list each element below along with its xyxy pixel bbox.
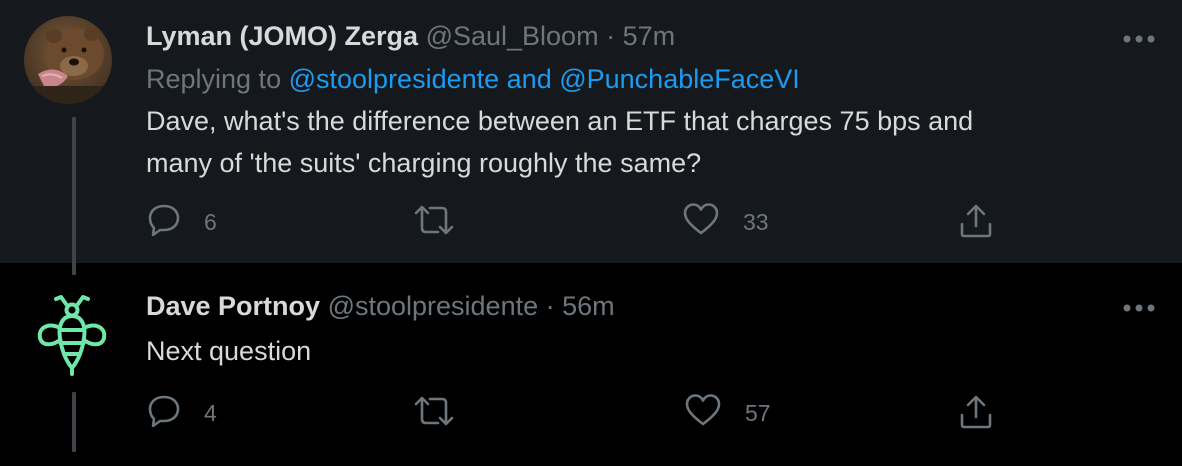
avatar[interactable] [24, 16, 112, 104]
retweet-icon [414, 396, 454, 426]
reply-icon [148, 395, 180, 427]
like-button[interactable]: 57 [685, 393, 785, 433]
reply-count: 4 [204, 400, 217, 426]
replying-prefix: Replying to [146, 64, 282, 94]
bear-with-salmon-photo-icon [24, 16, 112, 104]
more-icon[interactable] [1122, 300, 1156, 312]
retweet-button[interactable] [414, 204, 454, 244]
like-count: 33 [743, 209, 769, 235]
share-button[interactable] [959, 203, 993, 243]
user-handle[interactable]: @Saul_Bloom [426, 21, 599, 51]
like-icon [683, 203, 719, 235]
reply-button[interactable]: 6 [147, 202, 237, 242]
replying-to: Replying to @stoolpresidente and @Puncha… [146, 62, 800, 96]
like-count: 57 [745, 400, 771, 426]
tweet-header: Lyman (JOMO) Zerga @Saul_Bloom · 57m [146, 19, 675, 53]
mention-joiner[interactable]: and [507, 64, 552, 94]
timestamp[interactable]: 57m [623, 21, 676, 51]
separator: · [606, 21, 616, 51]
more-icon[interactable] [1122, 31, 1156, 43]
share-icon [960, 395, 992, 429]
like-icon [685, 394, 721, 426]
user-handle[interactable]: @stoolpresidente [328, 291, 539, 321]
tweet-text: Dave, what's the difference between an E… [146, 100, 1126, 184]
tweet-text-line: Dave, what's the difference between an E… [146, 106, 974, 136]
share-button[interactable] [959, 394, 993, 434]
reply-count: 6 [204, 209, 217, 235]
display-name[interactable]: Dave Portnoy [146, 291, 320, 321]
tweet-text-line: Next question [146, 336, 312, 366]
thread-connector [72, 117, 76, 275]
tweet-text: Next question [146, 330, 1126, 372]
tweet-header: Dave Portnoy @stoolpresidente · 56m [146, 289, 615, 323]
mention-link[interactable]: @stoolpresidente [289, 64, 500, 94]
mention-link[interactable]: @PunchableFaceVI [559, 64, 800, 94]
thread-connector [72, 392, 76, 452]
retweet-icon [414, 205, 454, 235]
display-name[interactable]: Lyman (JOMO) Zerga [146, 21, 418, 51]
firefly-logo-icon [37, 295, 107, 376]
reply-icon [148, 204, 180, 236]
timestamp[interactable]: 56m [562, 291, 615, 321]
tweet-text-line: many of 'the suits' charging roughly the… [146, 148, 702, 178]
retweet-button[interactable] [414, 395, 454, 435]
reply-button[interactable]: 4 [147, 393, 237, 433]
like-button[interactable]: 33 [683, 202, 783, 242]
avatar[interactable] [32, 290, 112, 380]
separator: · [545, 291, 555, 321]
share-icon [960, 204, 992, 238]
